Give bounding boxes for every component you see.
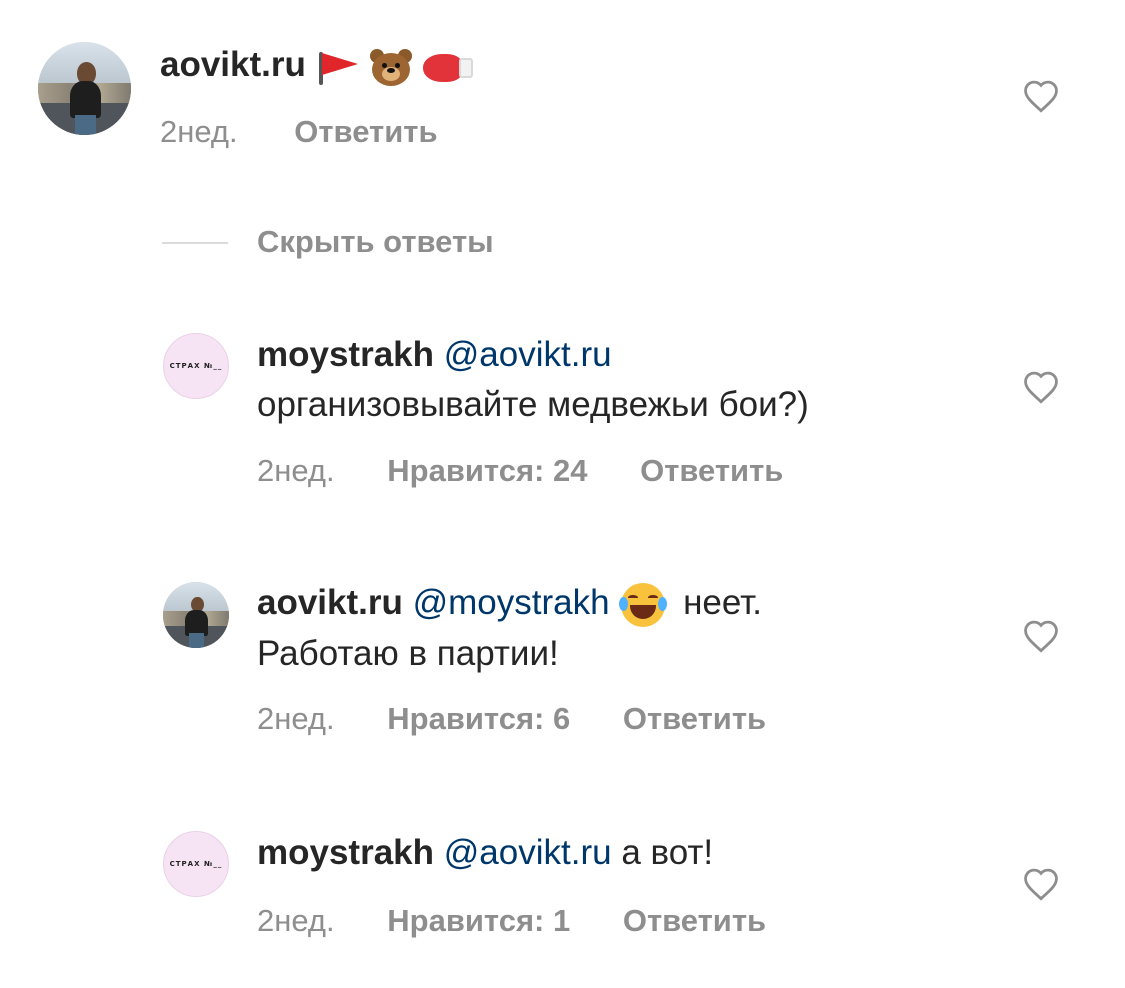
hide-replies-button[interactable]: Скрыть ответы	[257, 224, 494, 260]
likes-count[interactable]: Нравится: 24	[387, 453, 587, 488]
reply-button[interactable]: Ответить	[623, 903, 766, 938]
avatar-brand-text: СТРАХ №__	[169, 860, 223, 868]
timestamp: 2нед.	[257, 453, 335, 488]
face-with-tears-of-joy-icon	[619, 581, 668, 629]
avatar-brand-text: СТРАХ №__	[169, 362, 223, 370]
username[interactable]: aovikt.ru	[160, 45, 306, 84]
triangular-flag-icon	[316, 49, 360, 85]
reply-button[interactable]: Ответить	[294, 114, 437, 149]
avatar[interactable]: СТРАХ №__	[163, 831, 229, 897]
comment-meta: 2нед. Нравится: 24 Ответить	[257, 453, 783, 489]
timestamp: 2нед.	[257, 903, 335, 938]
mention-link[interactable]: @aovikt.ru	[444, 335, 612, 374]
boxing-glove-icon	[423, 50, 475, 84]
username[interactable]: moystrakh	[257, 833, 434, 872]
mention-link[interactable]: @aovikt.ru	[444, 833, 612, 872]
timestamp: 2нед.	[257, 701, 335, 736]
comment-text: aovikt.ru @moystrakh неет. Работаю в пар…	[257, 578, 977, 679]
comment-meta: 2нед. Нравится: 1 Ответить	[257, 903, 766, 939]
like-heart-icon[interactable]	[1022, 619, 1060, 653]
comment-meta: 2нед. Нравится: 6 Ответить	[257, 701, 766, 737]
like-heart-icon[interactable]	[1022, 867, 1060, 901]
like-heart-icon[interactable]	[1022, 370, 1060, 404]
comment-body-line2: Работаю в партии!	[257, 633, 559, 673]
username[interactable]: moystrakh	[257, 335, 434, 374]
comment-body: неет.	[683, 583, 763, 622]
avatar[interactable]	[163, 582, 229, 648]
timestamp: 2нед.	[160, 114, 238, 149]
comment-text: moystrakh @aovikt.ru организовывайте мед…	[257, 330, 977, 430]
username[interactable]: aovikt.ru	[257, 583, 403, 622]
comment-text: aovikt.ru	[160, 40, 475, 90]
mention-link[interactable]: @moystrakh	[413, 583, 610, 622]
replies-divider	[162, 242, 228, 244]
likes-count[interactable]: Нравится: 6	[387, 701, 570, 736]
avatar[interactable]: СТРАХ №__	[163, 333, 229, 399]
reply-button[interactable]: Ответить	[623, 701, 766, 736]
reply-button[interactable]: Ответить	[640, 453, 783, 488]
comment-body: организовывайте медвежьи бои?)	[257, 385, 809, 424]
bear-face-icon	[369, 47, 413, 87]
like-heart-icon[interactable]	[1022, 79, 1060, 113]
comment-meta: 2нед. Ответить	[160, 114, 438, 150]
avatar[interactable]	[38, 42, 131, 135]
comment-body: а вот!	[621, 833, 714, 872]
comment-text: moystrakh @aovikt.ru а вот!	[257, 828, 977, 878]
likes-count[interactable]: Нравится: 1	[387, 903, 570, 938]
